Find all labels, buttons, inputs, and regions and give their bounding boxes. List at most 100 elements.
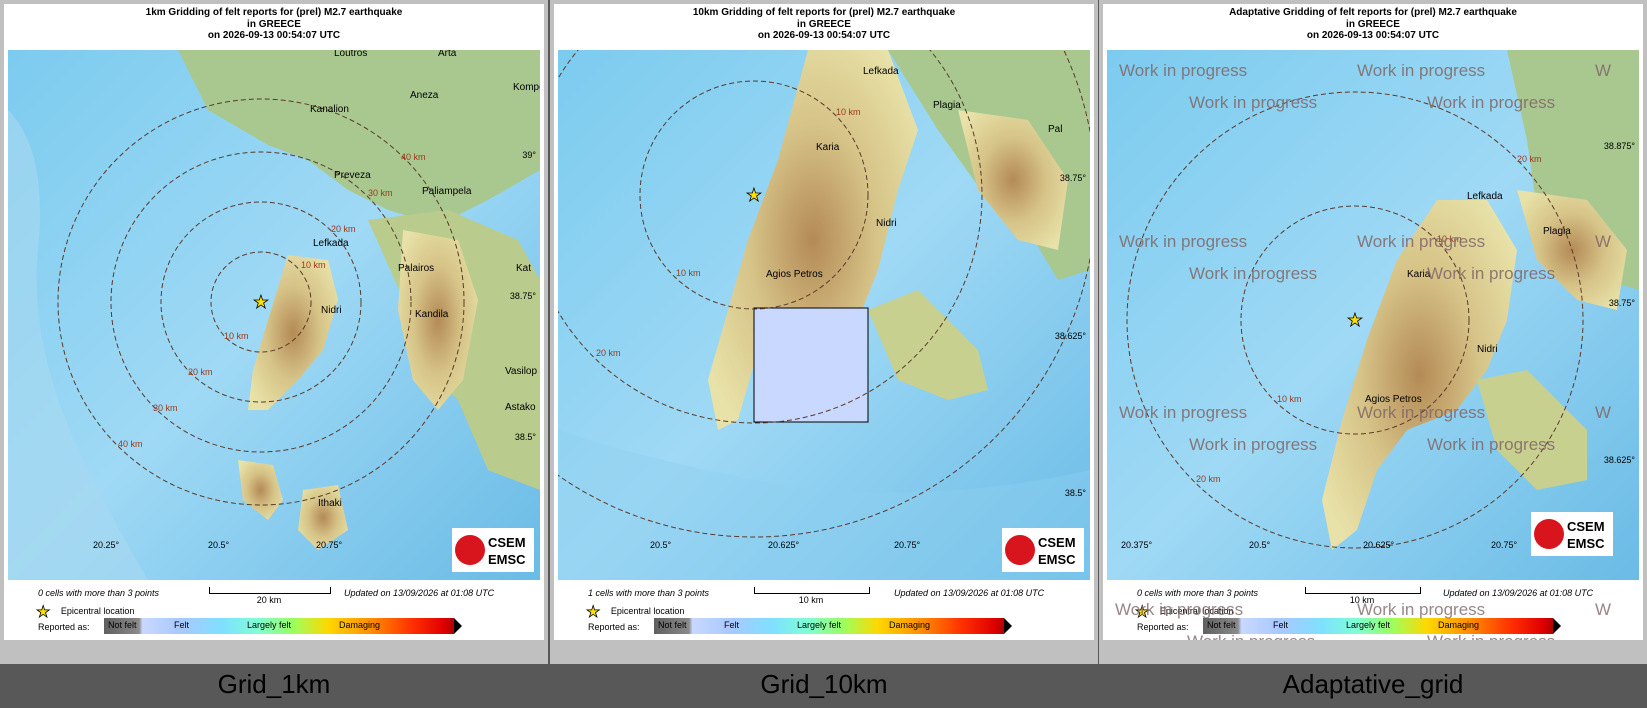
watermark-text: W (1595, 232, 1611, 251)
colorbar-label: Damaging (889, 620, 931, 630)
place-label: Ithaki (318, 498, 342, 509)
emsc-logo: CSEM EMSC (1531, 512, 1613, 556)
title-line: 1km Gridding of felt reports for (prel) … (145, 7, 403, 18)
place-label: Agios Petros (766, 269, 823, 280)
lon-tick: 20.5° (208, 540, 230, 550)
watermark-text: Work in progress (1189, 435, 1317, 454)
lon-tick: 20.375° (1121, 540, 1153, 550)
lat-tick: 39° (522, 150, 536, 160)
colorbar-label: Largely felt (1346, 620, 1391, 630)
logo-text: CSEM (1567, 519, 1605, 534)
scale-bar (754, 587, 870, 594)
reported-as-label: Reported as: (588, 622, 640, 632)
epicenter-legend-label: Epicentral location (60, 606, 135, 616)
place-label: Plagia (933, 100, 961, 111)
intensity-colorbar: Not felt Felt Largely felt Damaging (654, 618, 1012, 634)
logo-text: EMSC (1038, 552, 1076, 567)
reported-as-label: Reported as: (1137, 622, 1189, 632)
watermark-text: Work in progress (1189, 93, 1317, 112)
intensity-colorbar: Not felt Felt Largely felt Damaging (104, 618, 462, 634)
logo-text: CSEM (488, 535, 526, 550)
place-label: Arta (438, 50, 457, 59)
place-label: Pal (1048, 124, 1062, 135)
watermark-text: Work in progress (1119, 232, 1247, 251)
emsc-logo: CSEM EMSC (1002, 528, 1084, 572)
intensity-map[interactable]: Loutros Arta Kanalion Aneza Kompo Prevez… (8, 50, 540, 580)
updated-time: Updated on 13/09/2026 at 01:08 UTC (894, 588, 1045, 598)
colorbar-label: Felt (724, 620, 740, 630)
lon-tick: 20.25° (93, 540, 120, 550)
place-label: Paliampela (422, 186, 472, 197)
lat-tick: 38.5° (515, 432, 537, 442)
ring-label: 40 km (118, 439, 143, 449)
watermark-text: Work in progress (1357, 403, 1485, 422)
epicenter-star-icon[interactable]: ★ (746, 185, 763, 206)
colorbar-label: Felt (174, 620, 190, 630)
title-line: on 2026-09-13 00:54:07 UTC (757, 30, 891, 41)
ring-label: 20 km (188, 367, 213, 377)
ring-label: 10 km (836, 107, 861, 117)
map-title: 10km Gridding of felt reports for (prel)… (554, 7, 1094, 42)
place-label: Kompo (513, 82, 540, 93)
reported-as-label: Reported as: (38, 622, 90, 632)
title-line: Adaptative Gridding of felt reports for … (1229, 7, 1517, 18)
place-label: Aneza (410, 90, 439, 101)
lon-tick: 20.75° (894, 540, 921, 550)
globe-icon (1534, 519, 1564, 549)
ring-label: 30 km (153, 403, 178, 413)
map-card: Adaptative Gridding of felt reports for … (1103, 4, 1643, 640)
cells-count: 0 cells with more than 3 points (1137, 588, 1259, 598)
colorbar-arrow-icon (1004, 618, 1012, 634)
emsc-logo: CSEM EMSC (452, 528, 534, 572)
epicenter-star-icon[interactable]: ★ (1347, 310, 1364, 331)
colorbar-label: Not felt (1207, 620, 1236, 630)
lat-tick: 38.75° (510, 291, 537, 301)
watermark-text: Work in progress (1357, 232, 1485, 251)
place-label: Palairos (398, 263, 434, 274)
ring-label: 20 km (596, 348, 621, 358)
intensity-map[interactable]: Lefkada Plagia Pal Karia Nidri Agios Pet… (558, 50, 1090, 580)
watermark-text: Work in progress (1357, 61, 1485, 80)
scale-bar (1305, 587, 1421, 594)
watermark-text: W (1595, 403, 1611, 422)
colorbar-label: Not felt (658, 620, 687, 630)
watermark-text: Work in progress (1119, 403, 1247, 422)
title-line: in GREECE (247, 18, 301, 30)
title-line: on 2026-09-13 00:54:07 UTC (207, 30, 341, 41)
lat-tick: 38.75° (1060, 173, 1087, 183)
updated-time: Updated on 13/09/2026 at 01:08 UTC (1443, 588, 1594, 598)
ring-label: 20 km (1196, 474, 1221, 484)
watermark-text: Work in progress (1189, 264, 1317, 283)
lon-tick: 20.625° (768, 540, 800, 550)
felt-grid-cell[interactable] (753, 307, 869, 423)
epicenter-star-icon[interactable]: ★ (253, 292, 270, 313)
place-label: Kanalion (310, 104, 349, 115)
place-label: Preveza (334, 170, 371, 181)
place-label: Loutros (334, 50, 367, 59)
ring-label: 20 km (331, 224, 356, 234)
panel-caption: Grid_1km (217, 669, 331, 699)
place-label: Vasilop (505, 366, 537, 377)
intensity-map[interactable]: Lefkada Plagia Karia Nidri Agios Petros … (1107, 50, 1639, 580)
scale-label: 20 km (256, 595, 282, 605)
lon-tick: 20.5° (1249, 540, 1271, 550)
place-label: Lefkada (863, 66, 899, 77)
lon-tick: 20.625° (1363, 540, 1395, 550)
place-label: Astako (505, 402, 536, 413)
place-label: Nidri (1477, 344, 1498, 355)
watermark-text: Work in progress (1427, 435, 1555, 454)
ring-label: 10 km (676, 268, 701, 278)
place-label: Plagia (1543, 226, 1571, 237)
watermark-text: Work in progress (1427, 264, 1555, 283)
lat-tick: 38.625° (1604, 455, 1636, 465)
updated-time: Updated on 13/09/2026 at 01:08 UTC (344, 588, 495, 598)
globe-icon (1005, 535, 1035, 565)
epicenter-legend-label: Epicentral location (610, 606, 685, 616)
colorbar-label: Largely felt (247, 620, 292, 630)
place-label: Nidri (876, 218, 897, 229)
place-label: Lefkada (1467, 191, 1503, 202)
logo-text: EMSC (488, 552, 526, 567)
ring-label: 20 km (1517, 154, 1542, 164)
lat-tick: 38.875° (1604, 141, 1636, 151)
ring-label: 10 km (224, 331, 249, 341)
